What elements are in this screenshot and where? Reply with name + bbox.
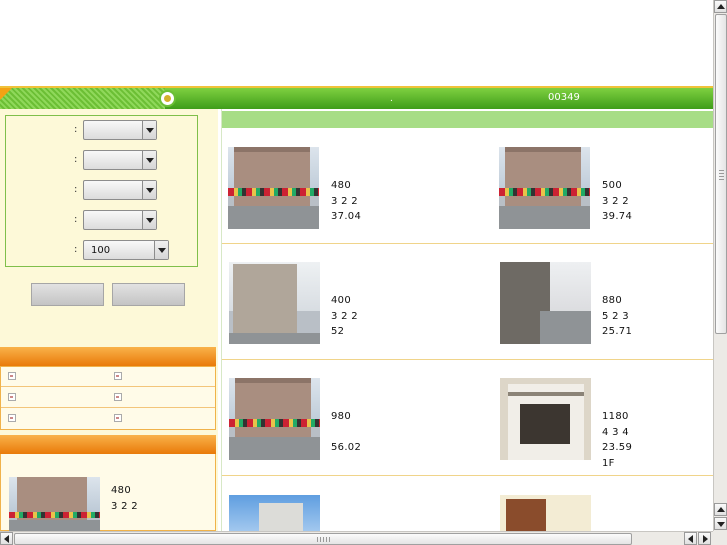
listing-price[interactable]: 400: [331, 293, 358, 309]
search-field-3: :: [6, 180, 197, 200]
listing-info: 1180 4 3 4 23.59 1F: [602, 409, 632, 471]
listing-area: 480 3 2 2 37.04 500 3 2 2 39.74 400 3 2 …: [221, 109, 713, 531]
scroll-left-icon[interactable]: [0, 532, 13, 545]
search-select-1[interactable]: [83, 120, 157, 140]
banner-pattern: [0, 88, 165, 109]
listing-layout: [331, 425, 361, 441]
knob-icon: [159, 90, 176, 107]
horizontal-scroll-thumb[interactable]: [14, 533, 632, 545]
listing-area: 37.04: [331, 211, 362, 222]
featured-layout: 3 2 2: [111, 500, 138, 512]
scroll-up-icon[interactable]: [714, 503, 727, 516]
listing-floor: 1F: [602, 457, 615, 469]
scroll-up-icon[interactable]: [714, 0, 727, 13]
featured-photo[interactable]: [9, 477, 100, 531]
listing-layout: 3 2 2: [331, 310, 358, 322]
listing-info: 980 56.02: [331, 409, 361, 456]
scrollbar-corner: [713, 531, 727, 545]
horizontal-scrollbar[interactable]: [0, 531, 713, 545]
featured-header-bar: [0, 435, 216, 454]
page-viewport: . 00349 : : ::: 100 480 3 2 2 480 3 2 …: [0, 0, 713, 531]
listing-photo[interactable]: [229, 495, 320, 531]
listing-info: 880 5 2 3 25.71: [602, 293, 632, 340]
featured-info: 480 3 2 2: [111, 483, 138, 514]
link-row: [1, 367, 215, 387]
chevron-down-icon[interactable]: [142, 151, 156, 169]
search-select-5[interactable]: 100: [83, 240, 169, 260]
sidebar: : : : :: 100 480 3 2 2: [0, 109, 218, 531]
listing-price[interactable]: 1180: [602, 409, 632, 425]
listing-info: 500 3 2 2 39.74: [602, 178, 632, 225]
chevron-down-icon[interactable]: [154, 241, 168, 259]
featured-price: 480: [111, 485, 131, 496]
search-select-3[interactable]: [83, 180, 157, 200]
listing-photo[interactable]: [500, 495, 591, 531]
search-field-5: : 100: [6, 240, 197, 260]
link-bullet-icon[interactable]: [8, 414, 16, 422]
listing-layout: 5 2 3: [602, 310, 629, 322]
search-select-4[interactable]: [83, 210, 157, 230]
listing-area: 39.74: [602, 211, 633, 222]
chevron-down-icon[interactable]: [142, 181, 156, 199]
top-banner: . 00349: [0, 86, 713, 109]
banner-code: 00349: [548, 92, 580, 103]
scroll-down-icon[interactable]: [714, 517, 727, 530]
search-button[interactable]: [31, 283, 104, 306]
links-header-bar: [0, 347, 216, 366]
listing-divider: [222, 243, 713, 244]
field-label: :: [74, 184, 78, 195]
listing-divider: [222, 475, 713, 476]
chevron-down-icon[interactable]: [142, 121, 156, 139]
vertical-scrollbar[interactable]: [713, 0, 727, 531]
field-label: :: [74, 154, 78, 165]
listing-layout: 3 2 2: [602, 195, 629, 207]
listing-area: 56.02: [331, 442, 362, 453]
search-field-4: :: [6, 210, 197, 230]
banner-separator: .: [390, 94, 393, 104]
link-bullet-icon[interactable]: [8, 372, 16, 380]
link-bullet-icon[interactable]: [114, 372, 122, 380]
link-bullet-icon[interactable]: [8, 393, 16, 401]
link-row: [1, 409, 215, 429]
listing-divider: [222, 359, 713, 360]
link-row: [1, 388, 215, 408]
field-label: :: [74, 124, 78, 135]
scroll-right-icon[interactable]: [698, 532, 711, 545]
listing-info: 480 3 2 2 37.04: [331, 178, 361, 225]
search-field-2: :: [6, 150, 197, 170]
vertical-scroll-thumb[interactable]: [715, 14, 727, 334]
listing-layout: 3 2 2: [331, 195, 358, 207]
listing-price[interactable]: 480: [331, 178, 361, 194]
reset-button[interactable]: [112, 283, 185, 306]
listing-photo[interactable]: [229, 262, 320, 344]
listing-info: 400 3 2 2 52: [331, 293, 358, 340]
link-bullet-icon[interactable]: [114, 414, 122, 422]
listing-photo[interactable]: [228, 147, 319, 229]
listing-photo[interactable]: [229, 378, 320, 460]
listing-area: 23.59: [602, 442, 633, 453]
listing-photo[interactable]: [499, 147, 590, 229]
listing-area: 25.71: [602, 326, 633, 337]
search-form: : : : :: 100: [5, 115, 198, 267]
link-bullet-icon[interactable]: [114, 393, 122, 401]
chevron-down-icon[interactable]: [142, 211, 156, 229]
field-label: :: [74, 214, 78, 225]
listing-price[interactable]: 880: [602, 293, 632, 309]
select-value: 100: [91, 245, 111, 256]
listing-layout: 4 3 4: [602, 426, 629, 438]
banner-notch: [0, 88, 12, 100]
search-field-1: :: [6, 120, 197, 140]
search-select-2[interactable]: [83, 150, 157, 170]
listing-photo[interactable]: [500, 378, 591, 460]
link-table: [0, 366, 216, 430]
featured-listing: 480 3 2 2: [0, 454, 216, 531]
scroll-left-icon[interactable]: [684, 532, 697, 545]
listing-photo[interactable]: [500, 262, 591, 344]
listing-area: 52: [331, 326, 345, 337]
listing-price[interactable]: 980: [331, 409, 361, 425]
field-label: :: [74, 244, 78, 255]
listing-price[interactable]: 500: [602, 178, 632, 194]
listing-header-bar: [222, 111, 713, 128]
